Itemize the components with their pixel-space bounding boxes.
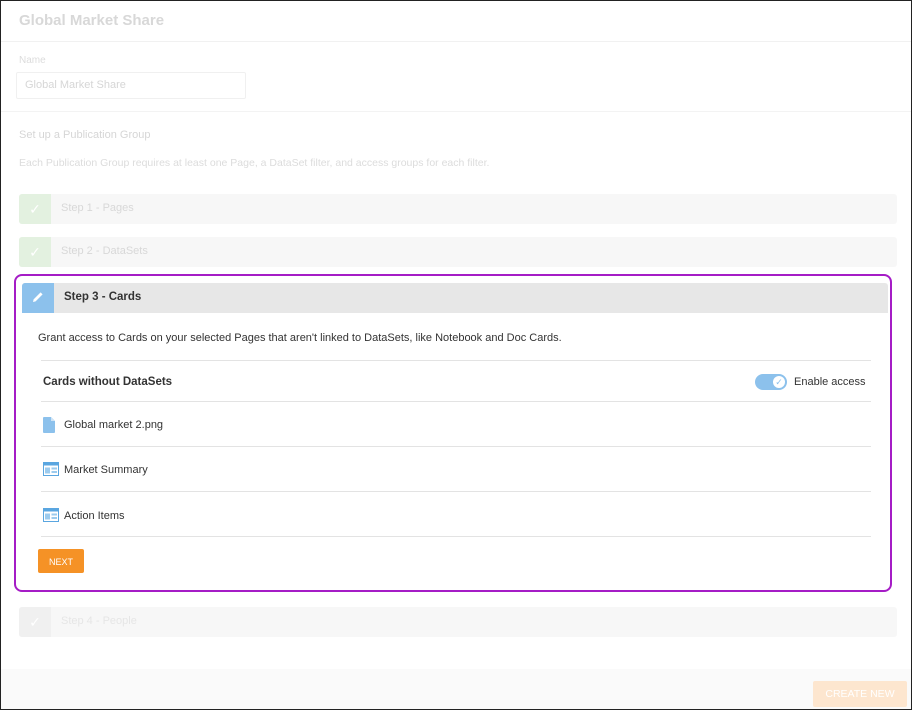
- card-icon: [43, 462, 59, 479]
- step-4-people[interactable]: ✓ Step 4 - People: [19, 607, 897, 637]
- step-1-pages[interactable]: ✓ Step 1 - Pages: [19, 194, 897, 224]
- check-icon: ✓: [19, 237, 51, 267]
- create-new-button[interactable]: CREATE NEW: [813, 681, 907, 707]
- page-title: Global Market Share: [19, 12, 165, 29]
- card-item-label: Action Items: [64, 510, 125, 522]
- checkmark-icon: ✓: [773, 376, 785, 388]
- step-2-datasets[interactable]: ✓ Step 2 - DataSets: [19, 237, 897, 267]
- step-label: Step 1 - Pages: [61, 202, 134, 214]
- step-3-cards-panel: Step 3 - Cards Grant access to Cards on …: [14, 274, 892, 592]
- card-item-label: Market Summary: [64, 464, 148, 476]
- check-icon: ✓: [19, 607, 51, 637]
- check-icon: ✓: [19, 194, 51, 224]
- enable-access-toggle[interactable]: ✓: [755, 374, 787, 390]
- step-label: Step 4 - People: [61, 615, 137, 627]
- card-icon: [43, 508, 59, 525]
- setup-title: Set up a Publication Group: [19, 129, 151, 141]
- next-button[interactable]: NEXT: [38, 549, 84, 573]
- setup-description: Each Publication Group requires at least…: [19, 157, 490, 169]
- pencil-icon: [22, 283, 54, 313]
- page-header: Global Market Share: [1, 1, 911, 42]
- step-label: Step 3 - Cards: [64, 291, 142, 303]
- row-divider: [41, 491, 871, 492]
- publication-group-editor: Global Market Share Name Global Market S…: [0, 0, 912, 710]
- row-divider: [41, 536, 871, 537]
- footer-bar: [1, 669, 911, 709]
- divider: [1, 111, 911, 112]
- enable-access-label: Enable access: [794, 376, 866, 388]
- step-label: Step 2 - DataSets: [61, 245, 148, 257]
- row-divider: [41, 401, 871, 402]
- cards-section-title: Cards without DataSets: [43, 376, 173, 388]
- card-item-label: Global market 2.png: [64, 419, 164, 431]
- section-divider: [41, 360, 871, 361]
- name-input[interactable]: Global Market Share: [16, 72, 246, 99]
- row-divider: [41, 446, 871, 447]
- step-3-description: Grant access to Cards on your selected P…: [38, 332, 562, 344]
- step-3-header[interactable]: Step 3 - Cards: [22, 283, 888, 313]
- name-label: Name: [19, 55, 46, 66]
- file-icon: [43, 417, 55, 436]
